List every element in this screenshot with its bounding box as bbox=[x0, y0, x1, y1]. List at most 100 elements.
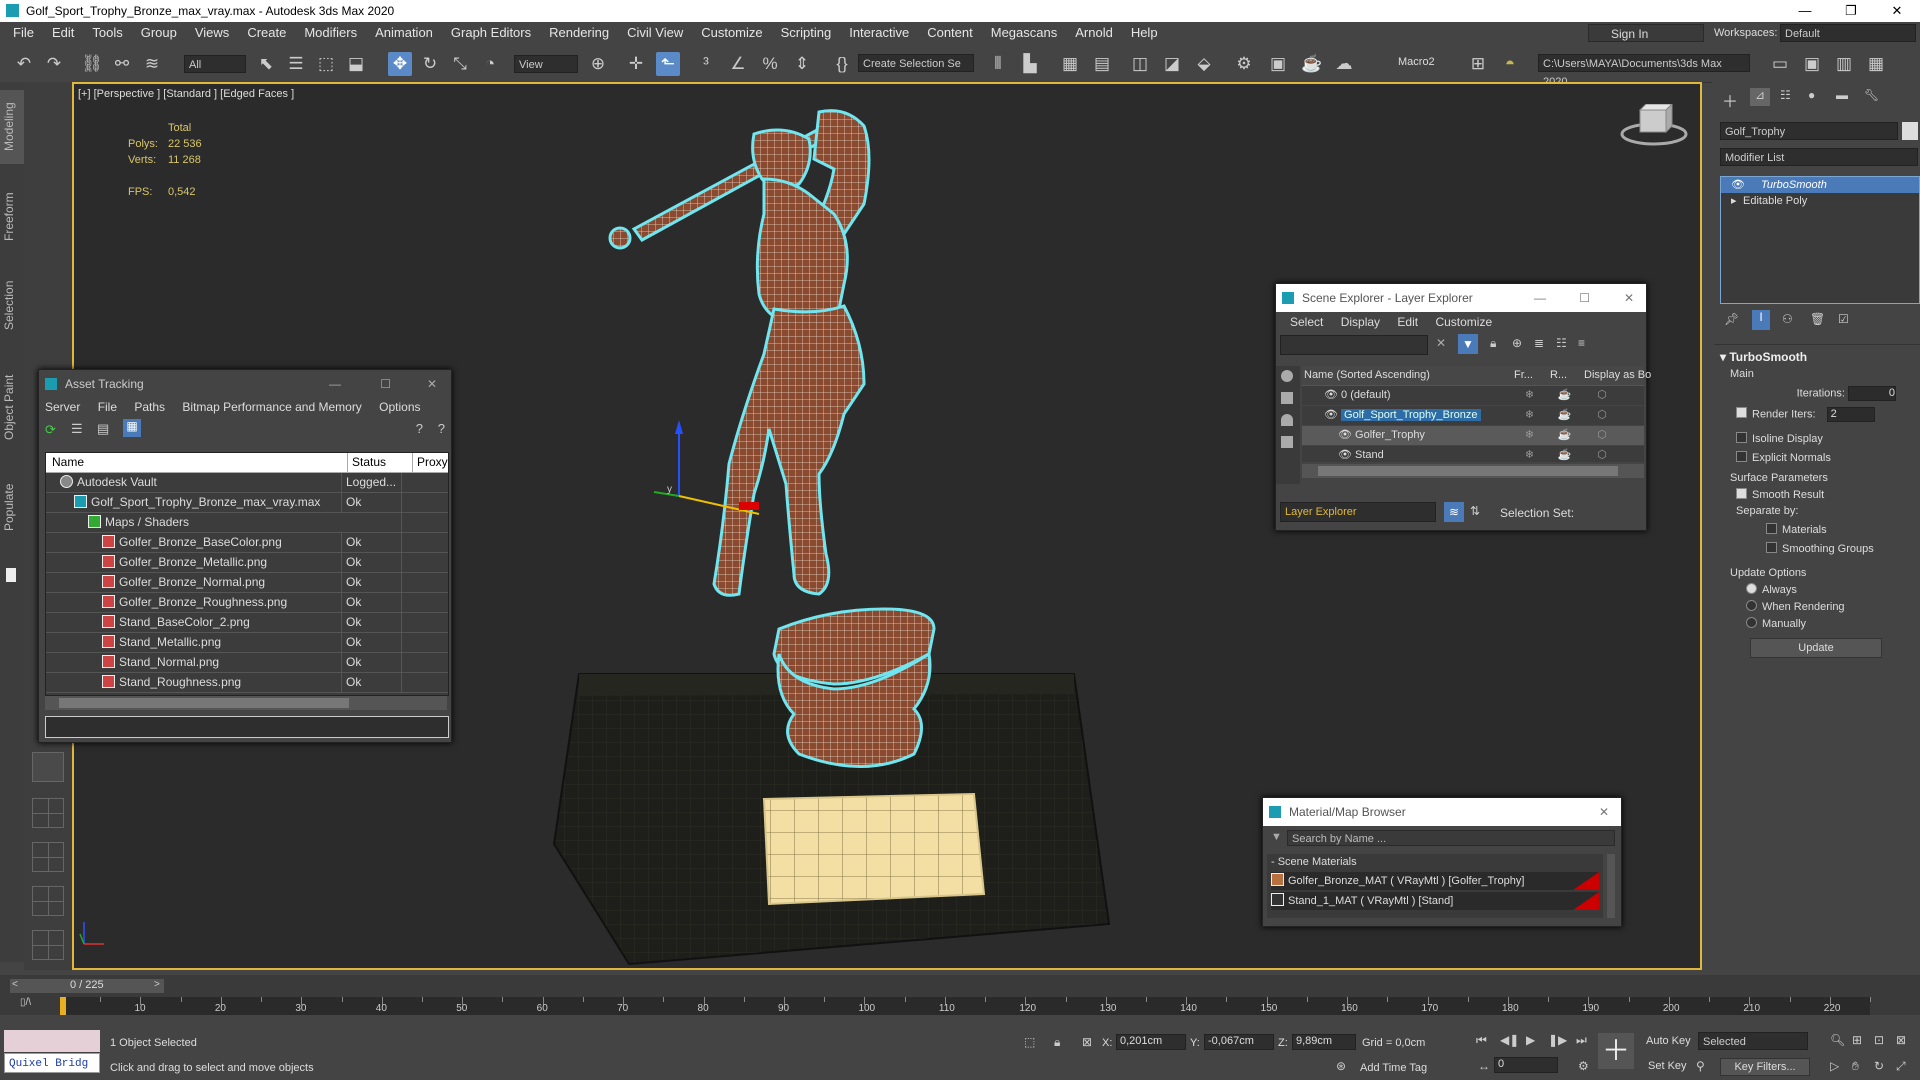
viewcube-icon[interactable] bbox=[1614, 104, 1694, 150]
layout-quad-icon-2[interactable] bbox=[32, 842, 64, 872]
pin-stack-icon[interactable]: 📌︎ bbox=[1724, 312, 1739, 326]
tab-selection[interactable]: Selection bbox=[2, 270, 22, 340]
prev-frame-icon[interactable]: ◀❚ bbox=[1500, 1033, 1519, 1047]
zoom-extents-all-icon[interactable]: ⊠ bbox=[1896, 1033, 1906, 1047]
material-close-icon[interactable]: ✕ bbox=[1599, 798, 1609, 826]
menu-interactive[interactable]: Interactive bbox=[840, 22, 918, 40]
link-icon[interactable]: ⛓ bbox=[80, 52, 104, 76]
render-setup-icon[interactable]: ⚙ bbox=[1232, 52, 1256, 76]
hierarchy-icon[interactable]: ☷ bbox=[1556, 336, 1567, 350]
asset-row[interactable]: Golf_Sport_Trophy_Bronze_max_vray.max Ok bbox=[46, 493, 448, 513]
asset-tracking-titlebar[interactable]: Asset Tracking — ☐ ✕ bbox=[39, 370, 451, 398]
smoothing-groups-row[interactable]: Smoothing Groups bbox=[1720, 542, 1918, 555]
materials-checkbox[interactable] bbox=[1766, 523, 1777, 534]
scene-search-input[interactable] bbox=[1280, 335, 1428, 355]
menu-edit[interactable]: Edit bbox=[43, 22, 83, 40]
time-config-icon[interactable]: ⚙ bbox=[1578, 1059, 1589, 1073]
scene-menu-display[interactable]: Display bbox=[1341, 315, 1380, 329]
menu-modifiers[interactable]: Modifiers bbox=[295, 22, 366, 40]
rollout-title[interactable]: ▾ TurboSmooth bbox=[1720, 350, 1918, 364]
object-name-field[interactable]: Golf_Trophy bbox=[1720, 122, 1898, 140]
visibility-eye-icon[interactable]: 👁︎ bbox=[1338, 429, 1355, 441]
asset-menu-options[interactable]: Options bbox=[379, 400, 420, 414]
side-objects-icon[interactable] bbox=[1281, 370, 1293, 382]
render-iters-checkbox[interactable] bbox=[1736, 407, 1747, 419]
render-icon[interactable]: ☕ bbox=[1547, 386, 1582, 405]
track-bar-icon[interactable]: ▯/\ bbox=[20, 997, 31, 1008]
always-row[interactable]: Always bbox=[1720, 583, 1918, 596]
undo-icon[interactable]: ↶ bbox=[12, 52, 36, 76]
material-search-toggle-icon[interactable]: ▼ bbox=[1271, 831, 1282, 843]
scene-close-icon[interactable]: ✕ bbox=[1624, 284, 1634, 312]
menu-megascans[interactable]: Megascans bbox=[982, 22, 1066, 40]
table-view-icon[interactable]: ▦ bbox=[123, 419, 141, 437]
scene-col-render[interactable]: R... bbox=[1550, 366, 1584, 385]
layout-quad-icon[interactable] bbox=[32, 798, 64, 828]
layer-explorer-icon[interactable]: ▦ bbox=[1058, 52, 1082, 76]
named-selection-dropdown[interactable]: Create Selection Se bbox=[858, 54, 974, 72]
smooth-result-row[interactable]: Smooth Result bbox=[1720, 488, 1918, 501]
teapot-icon[interactable]: ◓ bbox=[1498, 52, 1522, 76]
play-icon[interactable]: ▶ bbox=[1526, 1033, 1535, 1047]
filter-icon[interactable]: ▼ bbox=[1458, 334, 1478, 354]
col-name[interactable]: Name bbox=[46, 453, 347, 472]
menu-create[interactable]: Create bbox=[238, 22, 295, 40]
scene-row[interactable]: 👁︎ 0 (default) ❄ ☕ ⬡ bbox=[1302, 386, 1644, 406]
selection-lock-icon[interactable]: 🔒︎ bbox=[1054, 1035, 1060, 1050]
side-lights-icon[interactable] bbox=[1281, 414, 1293, 426]
material-vscroll[interactable] bbox=[1607, 854, 1615, 918]
freeze-icon[interactable]: ❄ bbox=[1512, 406, 1547, 425]
scene-menu-select[interactable]: Select bbox=[1290, 315, 1323, 329]
set-key-big-icon[interactable]: ＋ bbox=[1598, 1033, 1634, 1069]
layout-quad-icon-4[interactable] bbox=[32, 930, 64, 960]
project-settings-icon[interactable]: ▦ bbox=[1864, 52, 1888, 76]
layout-quad-icon-3[interactable] bbox=[32, 886, 64, 916]
asset-row[interactable]: Golfer_Bronze_Normal.png Ok bbox=[46, 573, 448, 593]
layers-icon[interactable]: ≡ bbox=[1578, 336, 1585, 350]
close-button[interactable]: ✕ bbox=[1874, 0, 1920, 22]
when-rendering-radio[interactable] bbox=[1746, 600, 1757, 611]
list-view-icon[interactable]: ☰ bbox=[71, 421, 83, 437]
menu-animation[interactable]: Animation bbox=[366, 22, 442, 40]
move-icon[interactable]: ✥ bbox=[388, 52, 412, 76]
redo-icon[interactable]: ↷ bbox=[42, 52, 66, 76]
display-as-box-icon[interactable]: ⬡ bbox=[1582, 426, 1622, 445]
smooth-result-checkbox[interactable] bbox=[1736, 488, 1747, 499]
snaps-toggle-icon[interactable]: ³ bbox=[694, 52, 718, 76]
utilities-icon[interactable]: ▥ bbox=[1832, 52, 1856, 76]
pivot-center-icon[interactable]: ⊕ bbox=[586, 52, 610, 76]
render-production-icon[interactable]: ☕ bbox=[1300, 52, 1324, 76]
update-button[interactable]: Update bbox=[1750, 638, 1882, 658]
menu-scripting[interactable]: Scripting bbox=[772, 22, 841, 40]
tab-populate[interactable]: Populate bbox=[2, 472, 22, 542]
key-set-dropdown[interactable]: Selected bbox=[1698, 1032, 1808, 1050]
scene-menu-edit[interactable]: Edit bbox=[1397, 315, 1418, 329]
keyboard-shortcut-override-icon[interactable]: ⬑ bbox=[656, 52, 680, 76]
asset-row[interactable]: Stand_Normal.png Ok bbox=[46, 653, 448, 673]
auto-key-button[interactable]: Auto Key bbox=[1646, 1035, 1691, 1047]
select-by-name-icon[interactable]: ☰ bbox=[284, 52, 308, 76]
asset-close-icon[interactable]: ✕ bbox=[427, 370, 437, 398]
freeze-icon[interactable]: ❄ bbox=[1512, 446, 1547, 465]
isoline-checkbox[interactable] bbox=[1736, 432, 1747, 443]
render-icon[interactable]: ☕ bbox=[1547, 426, 1582, 445]
clear-search-icon[interactable]: ✕ bbox=[1436, 336, 1446, 350]
display-as-box-icon[interactable]: ⬡ bbox=[1582, 406, 1622, 425]
side-geometry-icon[interactable] bbox=[1281, 392, 1293, 404]
asset-minimize-icon[interactable]: — bbox=[329, 370, 341, 398]
set-key-button[interactable]: Set Key bbox=[1648, 1060, 1687, 1072]
help-2-icon[interactable]: ? bbox=[438, 421, 445, 436]
menu-group[interactable]: Group bbox=[132, 22, 186, 40]
tab-modeling[interactable]: Modeling bbox=[2, 92, 22, 162]
tree-view-icon[interactable]: ▤ bbox=[97, 421, 109, 437]
sign-in-dropdown[interactable]: Sign In bbox=[1588, 24, 1704, 42]
stack-item-turbosmooth[interactable]: 👁︎ TurboSmooth bbox=[1721, 177, 1919, 193]
layer-explorer-dropdown[interactable]: Layer Explorer bbox=[1280, 502, 1436, 522]
materials-row[interactable]: Materials bbox=[1720, 523, 1918, 536]
project-path-dropdown[interactable]: C:\Users\MAYA\Documents\3ds Max 2020 bbox=[1538, 54, 1750, 88]
visibility-eye-icon[interactable]: 👁︎ bbox=[1324, 389, 1341, 401]
scene-row[interactable]: 👁︎ Golfer_Trophy ❄ ☕ ⬡ bbox=[1302, 426, 1644, 446]
render-iters-spinner[interactable]: 2 bbox=[1826, 407, 1875, 422]
selection-filter-dropdown[interactable]: All bbox=[184, 55, 246, 73]
asset-path-field[interactable] bbox=[45, 716, 449, 738]
